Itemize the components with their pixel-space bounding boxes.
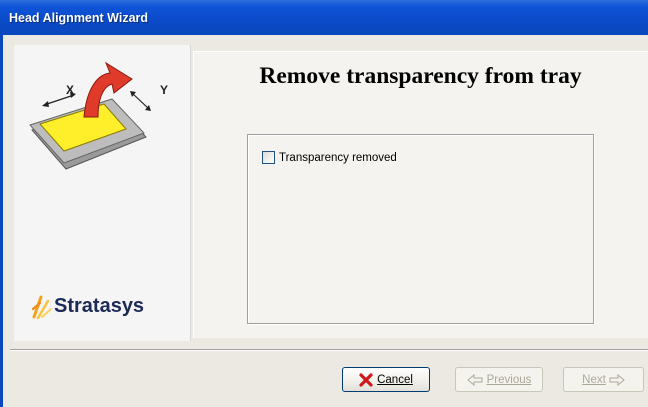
- arrow-right-icon: [609, 373, 625, 386]
- cancel-label: Cancel: [377, 373, 413, 386]
- checkbox-box[interactable]: [262, 151, 275, 164]
- step-heading: Remove transparency from tray: [259, 63, 582, 89]
- wizard-window: Head Alignment Wizard X Y Stratasys Remo…: [0, 0, 648, 407]
- x-axis-label: X: [66, 83, 75, 97]
- cancel-button[interactable]: Cancel: [342, 367, 430, 392]
- transparency-removed-checkbox[interactable]: Transparency removed: [262, 151, 397, 164]
- window-border: [0, 35, 3, 407]
- next-label: Next: [582, 373, 606, 386]
- stratasys-burst-icon: [32, 295, 52, 319]
- stratasys-logo: Stratasys: [32, 293, 144, 319]
- checkbox-label: Transparency removed: [279, 151, 397, 164]
- window-title: Head Alignment Wizard: [9, 11, 149, 25]
- tray-illustration-icon: [29, 61, 151, 170]
- next-button[interactable]: Next: [563, 367, 644, 392]
- arrow-left-icon: [466, 373, 483, 386]
- previous-label: Previous: [486, 373, 532, 386]
- y-axis-label: Y: [160, 83, 169, 97]
- logo-text: Stratasys: [54, 294, 145, 317]
- close-x-icon: [359, 372, 373, 387]
- previous-button[interactable]: Previous: [455, 367, 543, 392]
- title-bar[interactable]: Head Alignment Wizard: [0, 0, 648, 35]
- footer-divider: [10, 349, 648, 351]
